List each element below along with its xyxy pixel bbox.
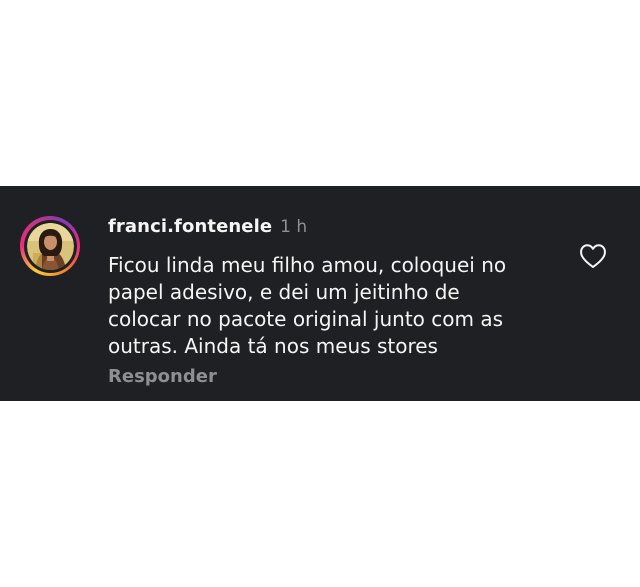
avatar-ring-gap	[23, 219, 77, 273]
reply-button[interactable]: Responder	[108, 366, 217, 387]
comment-content: franci.fontenele 1 h Ficou linda meu fil…	[108, 216, 558, 387]
comment-meta: franci.fontenele 1 h	[108, 216, 558, 242]
comment-text: Ficou linda meu filho amou, coloquei no …	[108, 253, 507, 358]
comment-timestamp: 1 h	[280, 217, 308, 237]
page: franci.fontenele 1 h Ficou linda meu fil…	[0, 0, 640, 587]
avatar	[26, 222, 74, 270]
username-link[interactable]: franci.fontenele	[108, 216, 272, 237]
heart-outline-icon[interactable]	[579, 243, 607, 269]
avatar-story-ring[interactable]	[20, 216, 80, 276]
comment-item: franci.fontenele 1 h Ficou linda meu fil…	[0, 186, 640, 401]
